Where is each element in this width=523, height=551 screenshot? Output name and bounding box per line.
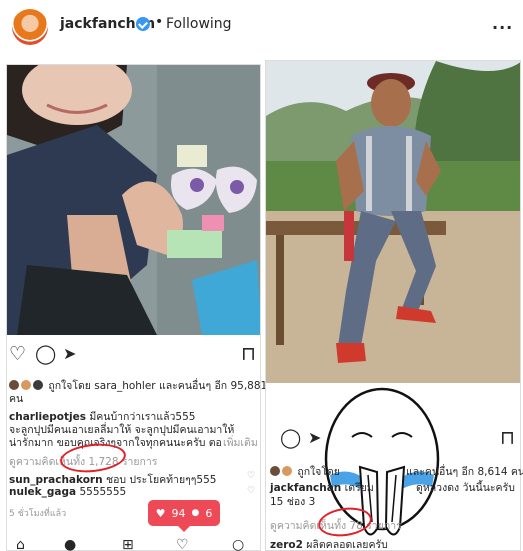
following-button[interactable]: Following [166,16,232,32]
share-paper-plane-icon[interactable]: ➤ [63,343,76,365]
notif-heart-icon: ♥ [155,506,166,520]
left-action-bar: ♡ ◯ ➤ ⊓ [7,343,262,373]
liker-avatar-2 [21,380,31,390]
comment-username[interactable]: sun_prachakorn [9,474,103,486]
right-likes-count: และคนอื่นๆ อีก 8,614 คน [406,466,523,478]
separator-dot: • [155,14,164,30]
activity-notification-badge[interactable]: ♥ 94 ● 6 [148,500,220,532]
post-header: jackfanchan • Following ... [0,0,523,50]
comment-bubble-icon[interactable]: ◯ [280,427,301,449]
right-likes-text: ถูกใจโดย [297,466,340,478]
see-more-link[interactable]: เพิ่มเติม [223,434,258,451]
comment-bubble-icon[interactable]: ◯ [35,343,56,365]
caption-tail: ดูหลวงดง วันนี้นะครับ [416,482,515,494]
comment-like-heart-icon[interactable]: ♡ [247,471,255,481]
notif-person-icon: ● [191,508,200,518]
bottom-navigation-bar: ⌂ ● ⊞ ♡ ○ [0,538,523,551]
activity-heart-icon[interactable]: ♡ [176,538,189,551]
left-likes-summary[interactable]: ถูกใจโดย sara_hohler และคนอื่นๆ อีก 95,8… [9,377,267,394]
right-likes-summary[interactable]: ถูกใจโดย [270,463,340,480]
profile-avatar[interactable] [12,9,48,45]
notif-likes-count: 94 [171,506,186,520]
verified-badge-icon [136,17,150,31]
liker-avatar-3 [33,380,43,390]
caption-line-2: 15 ช่อง 3 [270,496,316,508]
comment-row: nulek_gaga 5555555 [9,486,126,498]
left-likes-unit: คน [9,393,24,405]
left-photo-illustration [7,65,260,335]
liker-avatar-1 [270,466,280,476]
comment-username[interactable]: nulek_gaga [9,486,76,498]
liker-avatar-2 [282,466,292,476]
search-icon[interactable]: ● [64,538,76,551]
right-post-photo [266,61,520,383]
comment-text: ชอบ ประโยคท้ายๆๆ555 [105,474,217,486]
home-icon[interactable]: ⌂ [16,538,25,551]
post-timestamp: 5 ชั่วโมงที่แล้ว [9,509,67,519]
new-post-icon[interactable]: ⊞ [122,538,134,551]
right-photo-illustration [266,61,520,383]
like-heart-icon[interactable]: ♡ [9,343,26,365]
caption-text: เตรียม [344,482,374,494]
liker-avatar-1 [9,380,19,390]
left-post-photo [7,65,260,335]
notif-follows-count: 6 [205,506,213,520]
bookmark-icon[interactable]: ⊓ [500,427,515,449]
left-post-screenshot: ♡ ◯ ➤ ⊓ ถูกใจโดย sara_hohler และคนอื่นๆ … [6,64,267,551]
left-likes-text: ถูกใจโดย sara_hohler และคนอื่นๆ อีก 95,8… [48,380,268,392]
right-post-screenshot: ◯ ➤ ⊓ ถูกใจโดย และคนอื่นๆ อีก 8,614 คน j… [265,60,523,551]
right-action-bar: ◯ ➤ ⊓ [266,427,522,457]
more-options-icon[interactable]: ... [492,14,513,33]
comment-text: 5555555 [79,486,127,498]
share-paper-plane-icon[interactable]: ➤ [308,427,321,449]
comment-like-heart-icon[interactable]: ♡ [247,486,255,496]
bookmark-icon[interactable]: ⊓ [241,343,256,365]
profile-icon[interactable]: ○ [232,538,244,551]
